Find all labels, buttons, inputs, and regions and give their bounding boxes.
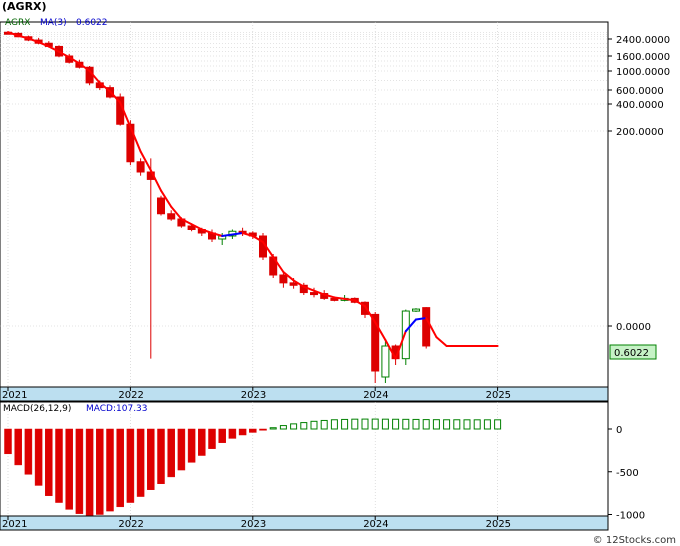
price-y-tick-label: 600.0000 — [616, 86, 664, 97]
macd-bar — [269, 427, 277, 430]
macd-bar — [85, 428, 94, 516]
macd-bar — [463, 419, 471, 430]
price-y-tick-label: 1000.0000 — [616, 67, 670, 78]
macd-bar — [126, 428, 135, 503]
price-y-tick-label: 1600.0000 — [616, 52, 670, 63]
candle-body — [401, 310, 410, 360]
macd-legend-params: MACD(26,12,9) — [3, 404, 71, 414]
macd-bar — [279, 425, 287, 430]
macd-bar — [371, 418, 379, 430]
date-axis-label: 2024 — [363, 390, 388, 401]
macd-bar — [65, 428, 73, 510]
price-legend-ma-value: 0.6022 — [76, 18, 108, 28]
macd-bar — [228, 428, 237, 439]
candle-body — [422, 307, 431, 347]
macd-bar — [249, 428, 257, 433]
macd-bar — [96, 428, 104, 515]
macd-y-tick-label: -1000 — [616, 511, 645, 522]
date-axis-label: 2021 — [2, 519, 27, 530]
candle-body — [310, 292, 318, 296]
price-legend-ma-label: MA(3) — [40, 18, 67, 28]
macd-bar — [330, 419, 338, 430]
macd-bar — [24, 428, 33, 475]
date-axis-label: 2022 — [118, 390, 143, 401]
price-y-axis: 2400.0000 1600.0000 1000.0000 600.0000 400.0… — [608, 35, 670, 333]
macd-bar — [412, 418, 420, 430]
candle-body — [289, 282, 298, 286]
macd-y-tick-label: -500 — [616, 468, 639, 479]
macd-bar — [300, 422, 308, 430]
date-axis-label: 2023 — [241, 390, 266, 401]
macd-bar — [392, 418, 400, 430]
date-axis-label: 2025 — [486, 390, 511, 401]
macd-bar — [167, 428, 175, 478]
date-axis-band-top — [0, 386, 609, 402]
macd-bar — [55, 428, 63, 503]
price-y-tick-label: 200.0000 — [616, 127, 664, 138]
macd-bar — [106, 428, 114, 512]
price-legend-ticker: AGRX — [5, 18, 30, 28]
date-axis-band-bottom — [0, 515, 609, 531]
footer-credit: © 12Stocks.com — [592, 535, 676, 546]
macd-y-tick-label: 0 — [616, 425, 622, 436]
macd-bar — [187, 428, 196, 463]
macd-bar — [473, 419, 481, 430]
macd-bar — [351, 418, 359, 430]
macd-bar — [494, 419, 502, 430]
candle-body — [279, 274, 288, 284]
macd-bar — [238, 428, 247, 436]
macd-bar — [45, 428, 53, 496]
macd-bar — [483, 419, 491, 430]
candle-body — [412, 308, 420, 312]
price-y-tick-label: 400.0000 — [616, 100, 664, 111]
macd-bar — [290, 423, 298, 430]
macd-bar — [432, 419, 440, 430]
macd-bar — [310, 420, 318, 430]
macd-y-axis: 0 -500 -1000 — [608, 425, 645, 522]
macd-legend-value: MACD:107.33 — [86, 404, 148, 414]
macd-bar — [402, 418, 410, 430]
macd-bar — [147, 428, 155, 490]
date-axis-label: 2021 — [2, 390, 27, 401]
macd-bar — [136, 428, 145, 497]
candle-body — [136, 161, 145, 173]
macd-bar — [75, 428, 84, 514]
date-axis-label: 2024 — [363, 519, 388, 530]
macd-bar — [320, 419, 328, 430]
price-y-tick-label: 2400.0000 — [616, 35, 670, 46]
macd-bar — [208, 428, 216, 449]
macd-bar — [361, 418, 369, 430]
stock-chart: 2400.0000 1600.0000 1000.0000 600.0000 400.0… — [0, 18, 670, 531]
candle-body — [381, 345, 390, 378]
date-axis-label: 2023 — [241, 519, 266, 530]
price-y-tick-label: 0.0000 — [616, 322, 651, 333]
macd-bar — [177, 428, 186, 471]
macd-bar — [218, 428, 226, 443]
candle-body — [157, 197, 165, 215]
macd-bar — [453, 419, 461, 430]
macd-bar — [4, 428, 12, 455]
candle-body — [167, 213, 176, 220]
macd-bar — [422, 419, 430, 430]
candle-body — [126, 123, 135, 163]
macd-bar — [341, 418, 349, 430]
macd-bar — [157, 428, 165, 484]
date-axis-label: 2025 — [486, 519, 511, 530]
macd-bar — [198, 428, 206, 456]
macd-bar — [34, 428, 43, 486]
macd-bar — [381, 418, 389, 430]
macd-bar — [443, 419, 451, 430]
macd-bar — [116, 428, 124, 508]
macd-bar — [259, 428, 267, 431]
macd-bar — [14, 428, 22, 466]
date-axis-label: 2022 — [118, 519, 143, 530]
last-value-label: 0.6022 — [614, 348, 649, 359]
